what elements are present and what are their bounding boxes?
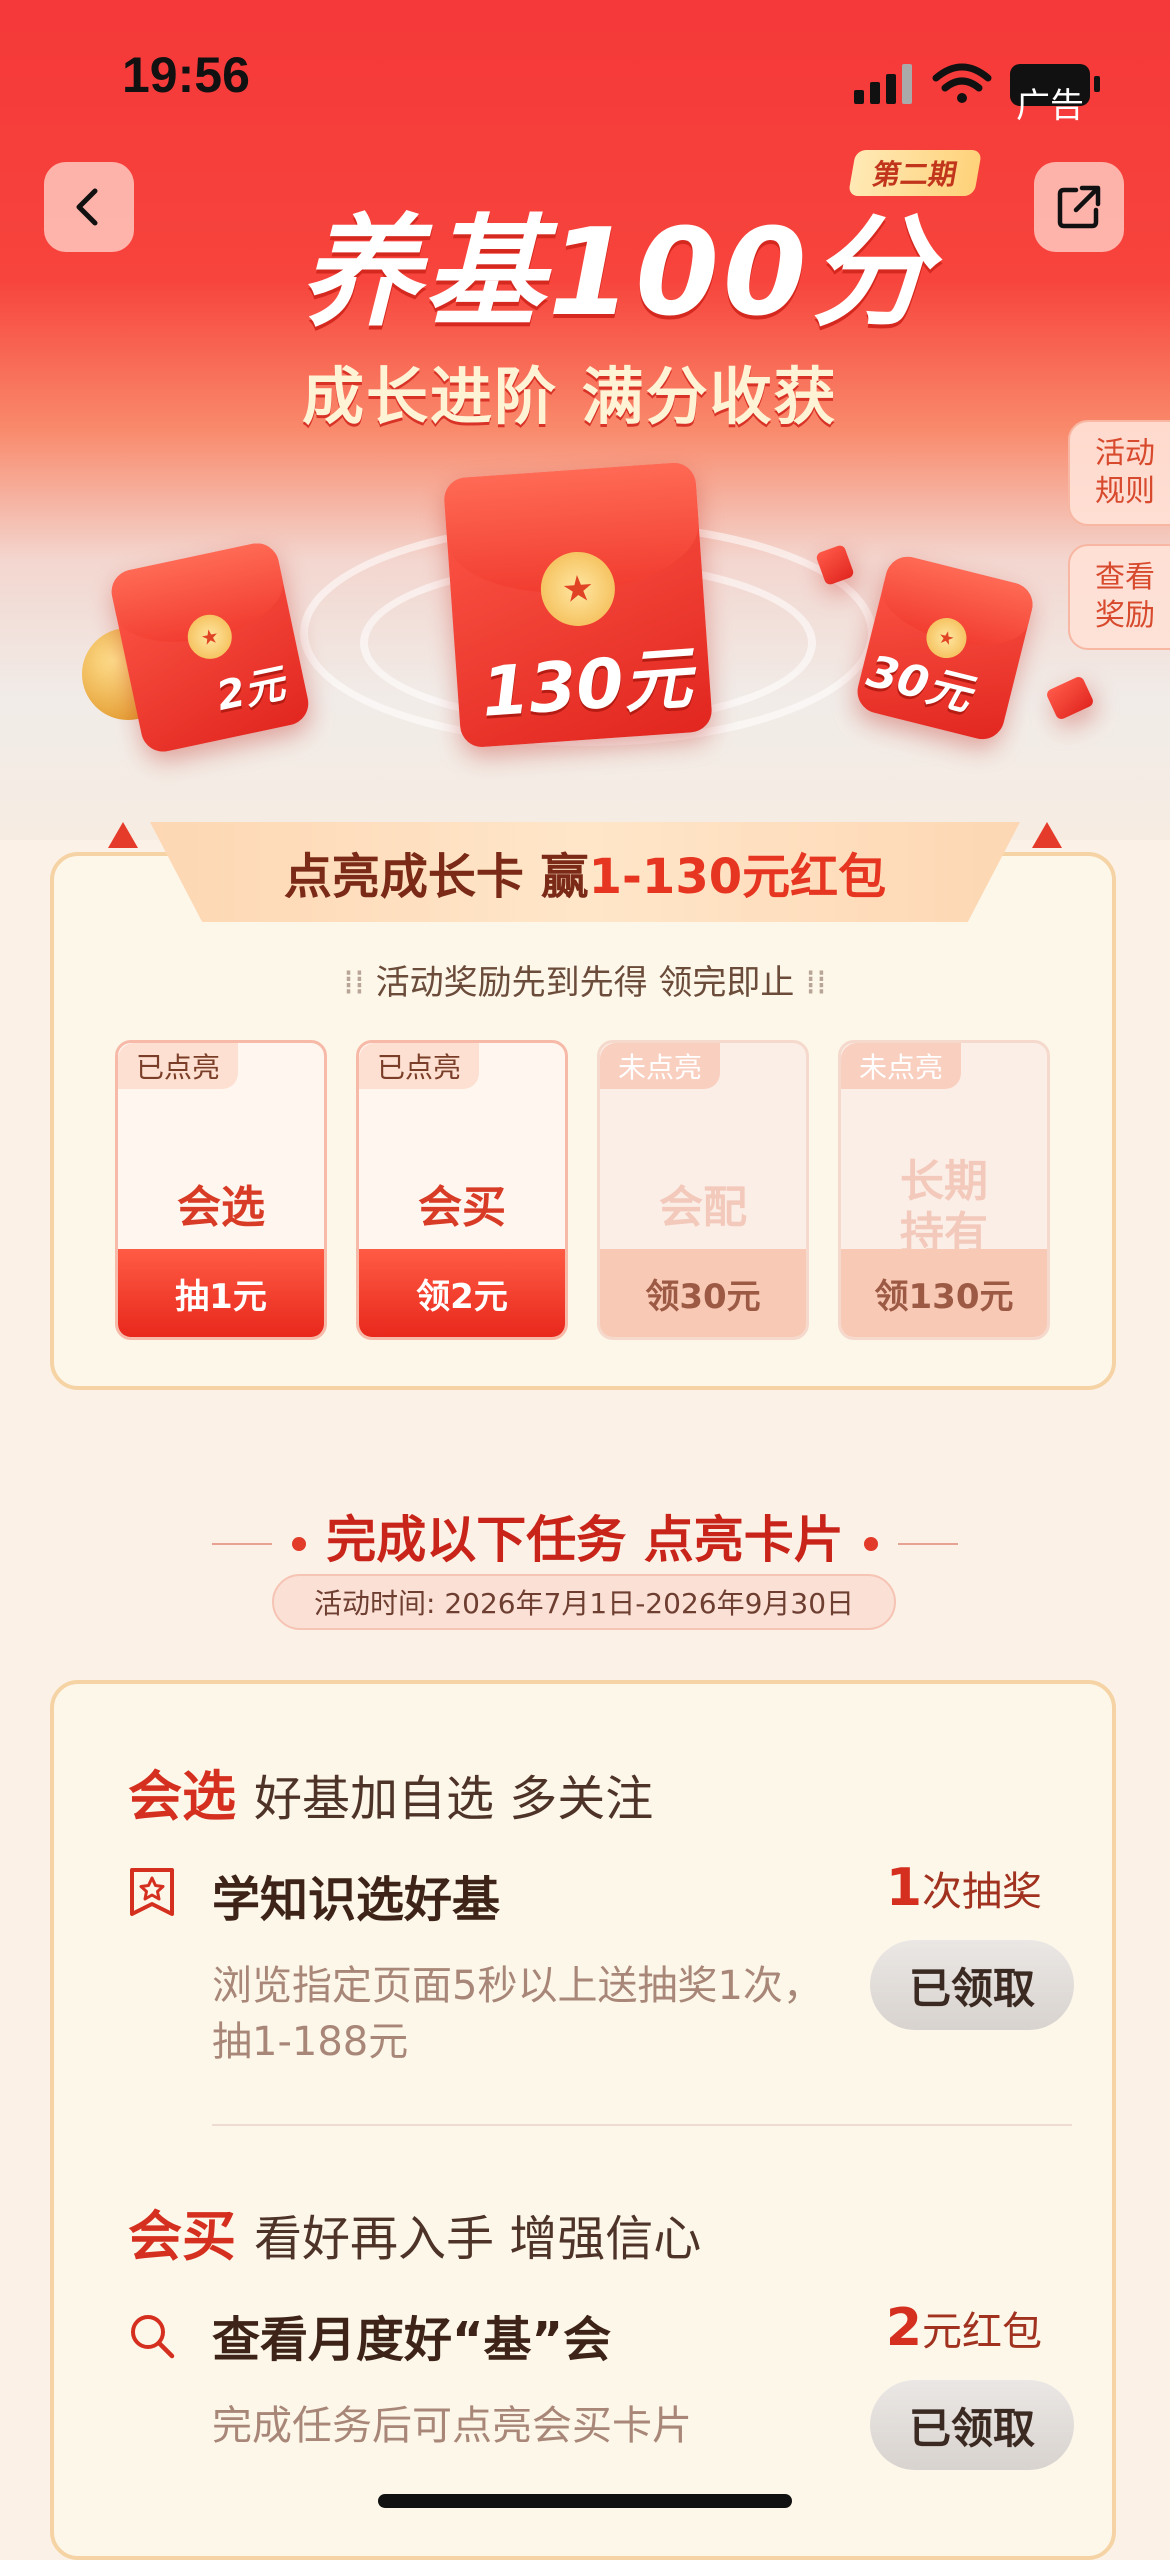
rules-button[interactable]: 活动 规则 (1068, 420, 1170, 526)
task-desc: 浏览指定页面5秒以上送抽奖1次，抽1-188元 (212, 1963, 823, 2065)
mini-envelope (1045, 675, 1095, 721)
hero-subtitle: 成长进阶 满分收获 (302, 360, 838, 433)
card-state: 未点亮 (600, 1043, 721, 1089)
red-envelope-left: ★ 2元 (107, 539, 313, 756)
card-reward: 领30元 (600, 1249, 806, 1337)
card-state: 未点亮 (841, 1043, 962, 1089)
hero-title: 养基100分 (300, 204, 935, 343)
dots-icon: ⁞⁞ (794, 963, 827, 1003)
card-huixuan[interactable]: 已点亮 会选 抽1元 (115, 1040, 327, 1340)
red-envelope-right: ★ 30元 (852, 552, 1038, 744)
claimed-button[interactable]: 已领取 (870, 1940, 1074, 2030)
card-reward: 抽1元 (118, 1249, 324, 1337)
star-bookmark-icon (130, 1868, 174, 1916)
share-button[interactable] (1034, 162, 1124, 252)
section-desc: 好基加自选 多关注 (254, 1771, 654, 1827)
banner-text: 点亮成长卡 赢1-130元红包 (283, 849, 887, 905)
signal-icon (854, 64, 912, 104)
ad-label: 广告 (1016, 86, 1084, 126)
card-long-term-hold[interactable]: 未点亮 长期 持有 领130元 (838, 1040, 1050, 1340)
hero-banner: ★ 2元 ★ 130元 ★ 30元 19:56 广告 第二期 养基100分 成长… (0, 0, 1170, 840)
share-icon (1057, 185, 1101, 229)
card-state: 已点亮 (359, 1043, 480, 1089)
task-reward: 2元红包 (885, 2298, 1042, 2358)
growth-banner: 点亮成长卡 赢1-130元红包 (150, 822, 1020, 922)
tasks-title: 完成以下任务 点亮卡片 (0, 1500, 1170, 1572)
task-reward: 1次抽奖 (885, 1858, 1042, 1918)
red-envelope-center: ★ 130元 (442, 461, 714, 749)
search-icon (131, 2315, 175, 2359)
claimed-button[interactable]: 已领取 (870, 2380, 1074, 2470)
notice-text: ⁞⁞ 活动奖励先到先得 领完即止 ⁞⁞ (343, 963, 827, 1003)
banner-highlight: 1-130元红包 (588, 849, 887, 905)
view-rewards-button[interactable]: 查看 奖励 (1068, 544, 1170, 650)
card-state: 已点亮 (118, 1043, 239, 1089)
task-desc: 完成任务后可点亮会买卡片 (212, 2403, 692, 2449)
task-name: 学知识选好基 (212, 1872, 501, 1928)
card-huimai[interactable]: 已点亮 会买 领2元 (356, 1040, 568, 1340)
chevron-left-icon (76, 188, 98, 226)
task-name: 查看月度好“基”会 (212, 2312, 612, 2368)
back-button[interactable] (44, 162, 134, 252)
section-head-huixuan: 会选 好基加自选 多关注 (128, 1765, 654, 1828)
wifi-icon (932, 63, 992, 92)
dots-icon: ⁞⁞ (343, 963, 376, 1003)
envelope-amount: 130元 (479, 639, 695, 733)
status-time: 19:56 (122, 47, 250, 103)
card-huipei[interactable]: 未点亮 会配 领30元 (597, 1040, 809, 1340)
activity-period: 活动时间: 2026年7月1日-2026年9月30日 (272, 1574, 896, 1630)
section-head-huimai: 会买 看好再入手 增强信心 (128, 2205, 702, 2268)
card-reward: 领130元 (841, 1249, 1047, 1337)
home-indicator[interactable] (378, 2494, 792, 2508)
divider (212, 2124, 1072, 2126)
section-desc: 看好再入手 增强信心 (254, 2211, 702, 2267)
card-reward: 领2元 (359, 1249, 565, 1337)
envelope-amount: 2元 (212, 660, 289, 721)
